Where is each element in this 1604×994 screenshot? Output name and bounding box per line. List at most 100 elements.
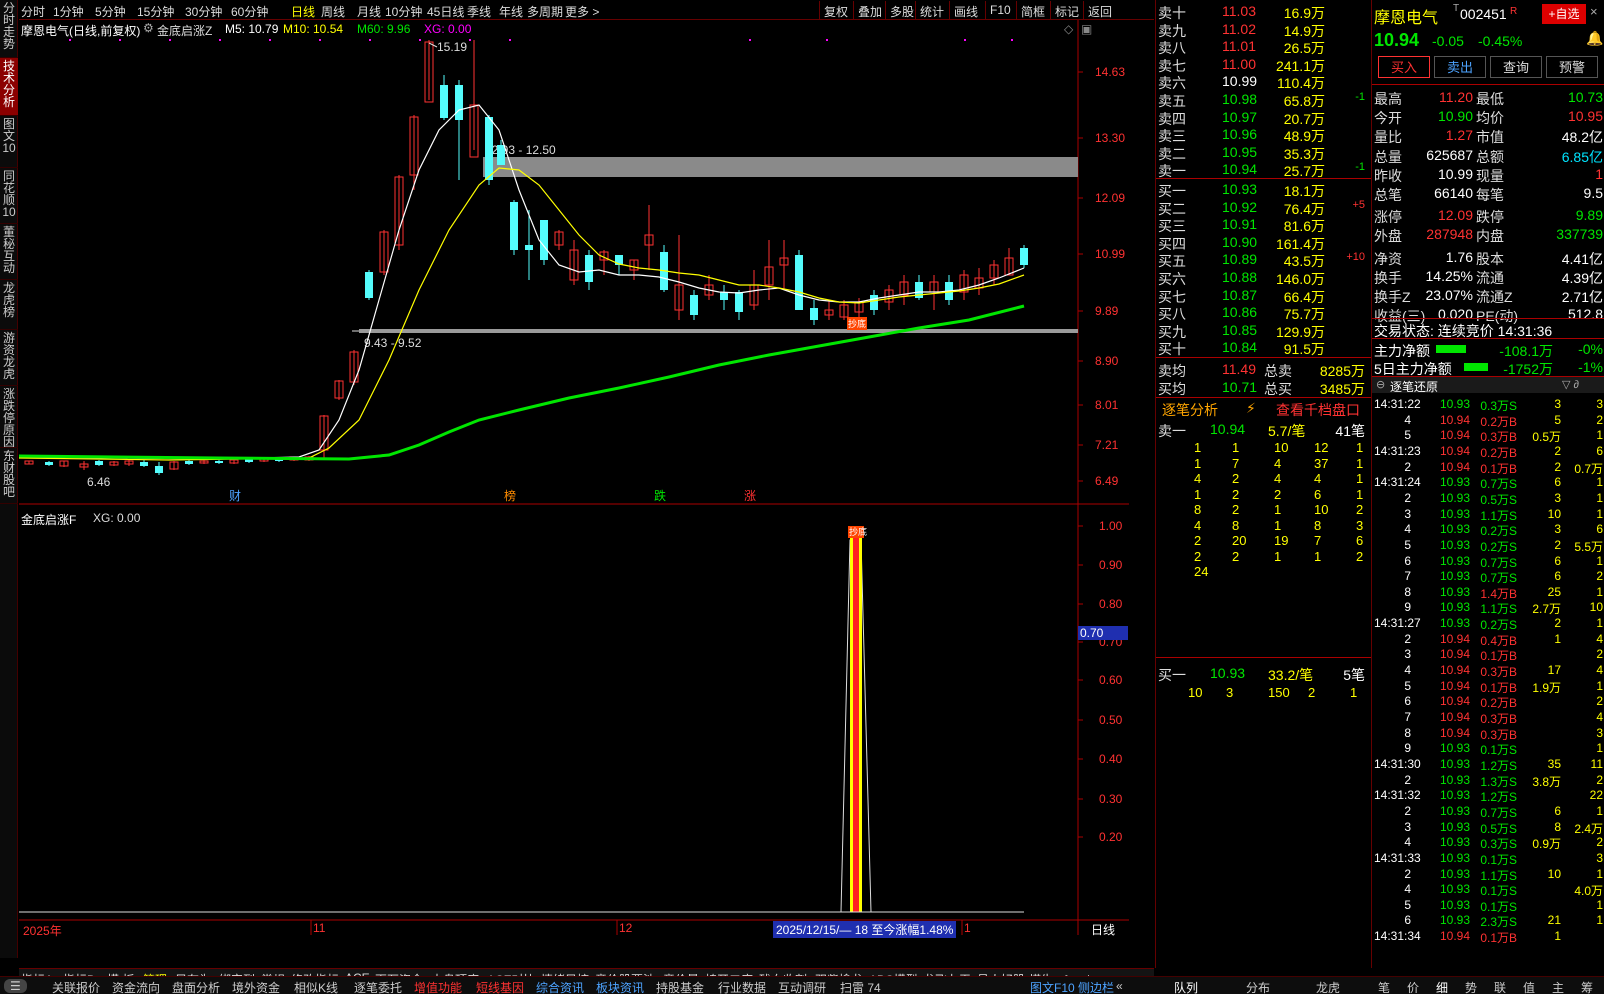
- left-tab-0[interactable]: 分时走势: [0, 0, 18, 58]
- toolbar-button-2[interactable]: 多股: [885, 1, 918, 19]
- avg-label: 买均: [1158, 381, 1186, 397]
- sidebar-toggle-icon[interactable]: «: [1116, 979, 1123, 993]
- status-right-link[interactable]: 图文F10 侧边栏: [1030, 979, 1114, 994]
- buy-price: 10.90: [1222, 233, 1258, 250]
- tick-row-0: 14:31:22 10.93 0.3万S 3 3: [1372, 396, 1604, 413]
- period-tab-5[interactable]: 60分钟: [231, 3, 268, 20]
- close-icon[interactable]: ×: [1590, 4, 1598, 19]
- quote-label-a: 换手: [1374, 269, 1402, 286]
- left-tab-7[interactable]: 涨跌停原因: [0, 386, 18, 448]
- status-item-8[interactable]: 综合资讯: [536, 979, 584, 994]
- tick-price: 10.93: [1440, 600, 1471, 615]
- toolbar-button-8[interactable]: 返回: [1083, 1, 1116, 19]
- avg-price: 11.49: [1222, 361, 1256, 377]
- tick-col-a: 3: [1554, 397, 1561, 411]
- tick-price: 10.93: [1440, 537, 1471, 552]
- period-tab-9[interactable]: 10分钟: [385, 3, 422, 20]
- period-tab-3[interactable]: 15分钟: [137, 3, 174, 20]
- left-tab-6[interactable]: 游资龙虎: [0, 330, 18, 386]
- action-button-0[interactable]: 买入: [1378, 56, 1430, 78]
- ticks-collapse-icon[interactable]: ⊖: [1376, 378, 1385, 391]
- period-tab-14[interactable]: 更多 >: [565, 3, 599, 20]
- quote-tab-0[interactable]: 笔: [1378, 979, 1390, 994]
- tick-col-a: 5: [1554, 412, 1561, 427]
- tick-col-a: 8: [1554, 819, 1561, 834]
- sell-price: 11.01: [1222, 38, 1256, 55]
- period-tab-2[interactable]: 5分钟: [95, 3, 126, 20]
- action-button-2[interactable]: 查询: [1490, 56, 1542, 78]
- status-item-13[interactable]: 扫雷 74: [840, 979, 881, 994]
- status-item-3[interactable]: 境外资金: [232, 979, 280, 994]
- period-tab-11[interactable]: 季线: [467, 3, 491, 20]
- period-tab-13[interactable]: 多周期: [527, 3, 563, 20]
- alert-bell-icon[interactable]: 🔔: [1586, 30, 1603, 47]
- toolbar-button-5[interactable]: F10: [985, 1, 1015, 19]
- buy-row-3: 买四 10.90 161.4万: [1156, 233, 1371, 252]
- quote-tab-5[interactable]: 值: [1523, 979, 1535, 994]
- quote-tab-6[interactable]: 主: [1552, 979, 1564, 994]
- quote-tab-4[interactable]: 联: [1494, 979, 1506, 994]
- status-item-11[interactable]: 行业数据: [718, 979, 766, 994]
- kline-chart-area[interactable]: 摩恩电气(日线,前复权) ⚙ 金底启涨Z M5: 10.79 M10: 10.5…: [19, 20, 1154, 968]
- period-tab-0[interactable]: 分时: [21, 3, 45, 20]
- left-tab-8[interactable]: 东财股吧: [0, 448, 18, 504]
- quote-label-a: 量比: [1374, 129, 1402, 146]
- add-watchlist-button[interactable]: +自选: [1542, 4, 1586, 24]
- left-tab-4[interactable]: 董秘互动: [0, 224, 18, 280]
- status-item-6[interactable]: 增值功能: [414, 979, 462, 994]
- sub-y-tick-label-8: 0.20: [1099, 830, 1123, 844]
- period-tab-1[interactable]: 1分钟: [53, 3, 84, 20]
- period-tab-6[interactable]: 日线: [291, 3, 315, 20]
- xg-dot: [219, 39, 221, 41]
- book-tab-0[interactable]: 队列: [1174, 979, 1198, 994]
- book-tab-1[interactable]: 分布: [1246, 979, 1270, 994]
- toolbar-button-0[interactable]: 复权: [819, 1, 852, 19]
- left-tab-5[interactable]: 龙虎榜: [0, 280, 18, 330]
- tick-row-1: 4 10.94 0.2万B 5 2: [1372, 412, 1604, 429]
- period-tab-12[interactable]: 年线: [499, 3, 523, 20]
- menu-icon[interactable]: ☰: [4, 979, 27, 993]
- status-item-4[interactable]: 相似K线: [294, 979, 338, 994]
- tick-col-b: 1: [1596, 678, 1603, 693]
- action-button-3[interactable]: 预警: [1546, 56, 1598, 78]
- tick-col-b: 1: [1596, 490, 1603, 505]
- quote-tab-2[interactable]: 细: [1436, 979, 1448, 994]
- trade-divider: [1372, 318, 1604, 319]
- quote-divider: [1372, 84, 1604, 85]
- book-tab-2[interactable]: 龙虎: [1316, 979, 1340, 994]
- left-tab-3[interactable]: 同花顺10: [0, 168, 18, 224]
- status-item-2[interactable]: 盘面分析: [172, 979, 220, 994]
- ticks-filter-icon[interactable]: ▽ ∂: [1562, 378, 1579, 391]
- status-item-0[interactable]: 关联报价: [52, 979, 100, 994]
- left-tab-1[interactable]: 技术分析: [0, 58, 18, 116]
- period-tab-8[interactable]: 月线: [357, 3, 381, 20]
- period-tab-4[interactable]: 30分钟: [185, 3, 222, 20]
- quote-tab-7[interactable]: 筹: [1581, 979, 1593, 994]
- thousand-depth-link[interactable]: 查看千档盘口: [1276, 400, 1360, 420]
- toolbar-button-3[interactable]: 统计: [915, 1, 948, 19]
- buy-price: 10.87: [1222, 286, 1258, 303]
- sub-y-tick-label-4: 0.60: [1099, 673, 1123, 687]
- toolbar-button-7[interactable]: 标记: [1050, 1, 1083, 19]
- status-item-1[interactable]: 资金流向: [112, 979, 160, 994]
- status-item-12[interactable]: 互动调研: [778, 979, 826, 994]
- toolbar-button-6[interactable]: 简框: [1016, 1, 1049, 19]
- period-tab-10[interactable]: 45日线: [427, 3, 464, 20]
- quote-value-b: 2.71亿: [1561, 289, 1603, 305]
- status-item-10[interactable]: 持股基金: [656, 979, 704, 994]
- quote-tab-3[interactable]: 势: [1465, 979, 1477, 994]
- tick-col-b: 2: [1596, 647, 1603, 662]
- quote-tab-1[interactable]: 价: [1407, 979, 1419, 994]
- tick-row-6: 2 10.93 0.5万S 3 1: [1372, 490, 1604, 507]
- toolbar-button-4[interactable]: 画线: [949, 1, 982, 19]
- action-button-1[interactable]: 卖出: [1434, 56, 1486, 78]
- queue-cell: 4: [1274, 455, 1282, 471]
- toolbar-button-1[interactable]: 叠加: [853, 1, 886, 19]
- period-tab-7[interactable]: 周线: [321, 3, 345, 20]
- date-range-label: 2025/12/15/— 18 至今涨幅1.48%: [773, 921, 957, 938]
- analysis-title[interactable]: 逐笔分析: [1162, 400, 1218, 420]
- status-item-5[interactable]: 逐笔委托: [354, 979, 402, 994]
- status-item-9[interactable]: 板块资讯: [596, 979, 644, 994]
- left-tab-2[interactable]: 图文10: [0, 116, 18, 168]
- status-item-7[interactable]: 短线基因: [476, 979, 524, 994]
